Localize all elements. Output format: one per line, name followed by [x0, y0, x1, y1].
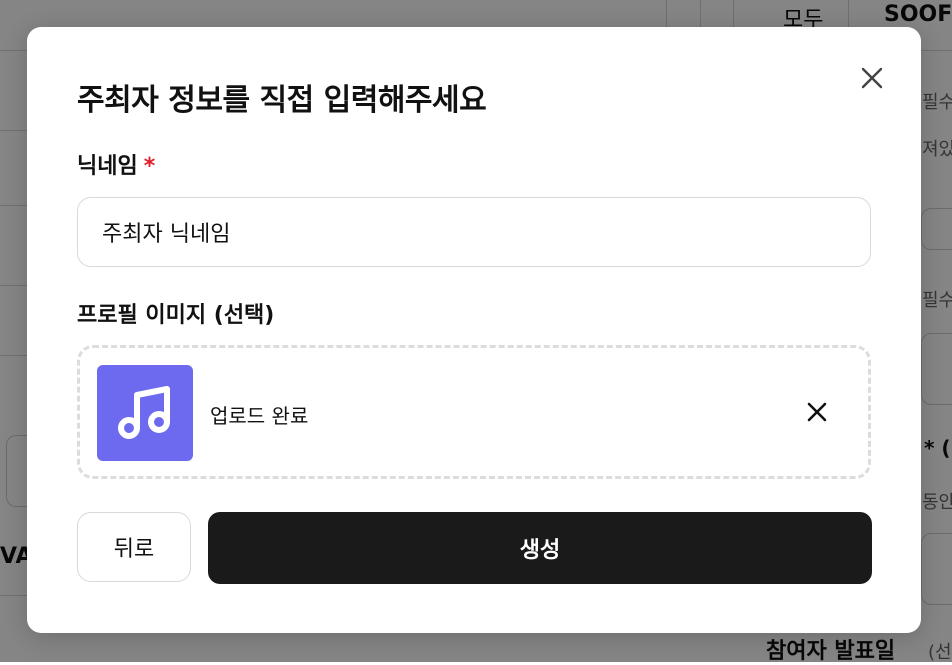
profile-image-thumbnail	[97, 365, 193, 461]
close-icon	[807, 402, 827, 422]
remove-image-button[interactable]	[802, 397, 832, 427]
upload-status: 업로드 완료	[210, 404, 309, 428]
nickname-label-text: 닉네임	[77, 154, 138, 179]
profile-image-upload[interactable]: 업로드 완료	[77, 345, 871, 479]
music-note-icon	[118, 386, 170, 439]
nickname-input[interactable]	[77, 197, 871, 267]
create-button[interactable]: 생성	[208, 512, 872, 584]
dialog-title: 주최자 정보를 직접 입력해주세요	[77, 83, 487, 118]
back-button[interactable]: 뒤로	[77, 512, 191, 582]
nickname-label: 닉네임 *	[77, 148, 155, 180]
host-info-dialog: 주최자 정보를 직접 입력해주세요 닉네임* 프로필 이미지 (선택) 업로드 …	[27, 27, 921, 633]
close-icon	[861, 67, 883, 89]
profile-image-label: 프로필 이미지 (선택)	[77, 303, 275, 328]
close-button[interactable]	[857, 63, 887, 93]
required-mark: *	[143, 154, 156, 179]
